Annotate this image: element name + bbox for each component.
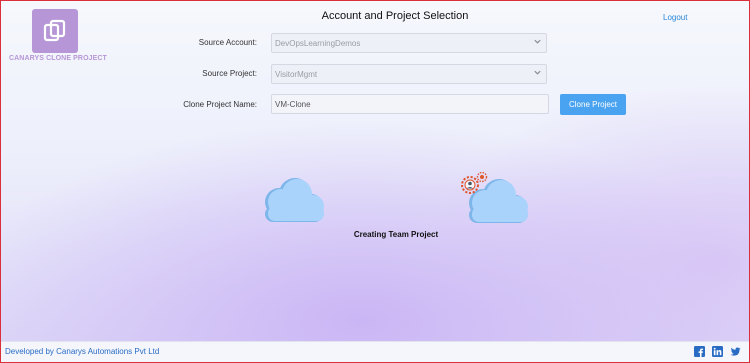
source-project-label: Source Project: <box>202 69 257 78</box>
status-text: Creating Team Project <box>353 230 439 239</box>
source-account-label: Source Account: <box>198 38 257 47</box>
chevron-down-icon <box>534 39 541 44</box>
clone-project-name-value: VM-Clone <box>275 99 311 109</box>
clone-project-button[interactable]: Clone Project <box>560 94 626 115</box>
footer-credit: Developed by Canarys Automations Pvt Ltd <box>5 347 160 356</box>
logout-link[interactable]: Logout <box>663 13 687 22</box>
twitter-icon[interactable] <box>730 346 741 357</box>
page-title: Account and Project Selection <box>321 10 469 22</box>
source-cloud-icon <box>265 178 324 222</box>
app-window: CANARYS CLONE PROJECT Account and Projec… <box>0 0 750 363</box>
linkedin-icon[interactable] <box>712 346 723 357</box>
logo-text: CANARYS CLONE PROJECT <box>9 55 107 62</box>
facebook-icon[interactable] <box>694 346 705 357</box>
source-project-select[interactable]: VisitorMgmt <box>271 64 547 84</box>
footer: Developed by Canarys Automations Pvt Ltd <box>1 341 749 362</box>
source-project-value: VisitorMgmt <box>275 69 318 79</box>
source-account-select[interactable]: DevOpsLearningDemos <box>271 33 547 53</box>
source-account-value: DevOpsLearningDemos <box>275 38 361 48</box>
clone-project-name-label: Clone Project Name: <box>183 100 257 109</box>
team-gear-icon <box>461 171 488 194</box>
chevron-down-icon <box>534 70 541 75</box>
clone-project-name-input[interactable]: VM-Clone <box>271 94 549 114</box>
